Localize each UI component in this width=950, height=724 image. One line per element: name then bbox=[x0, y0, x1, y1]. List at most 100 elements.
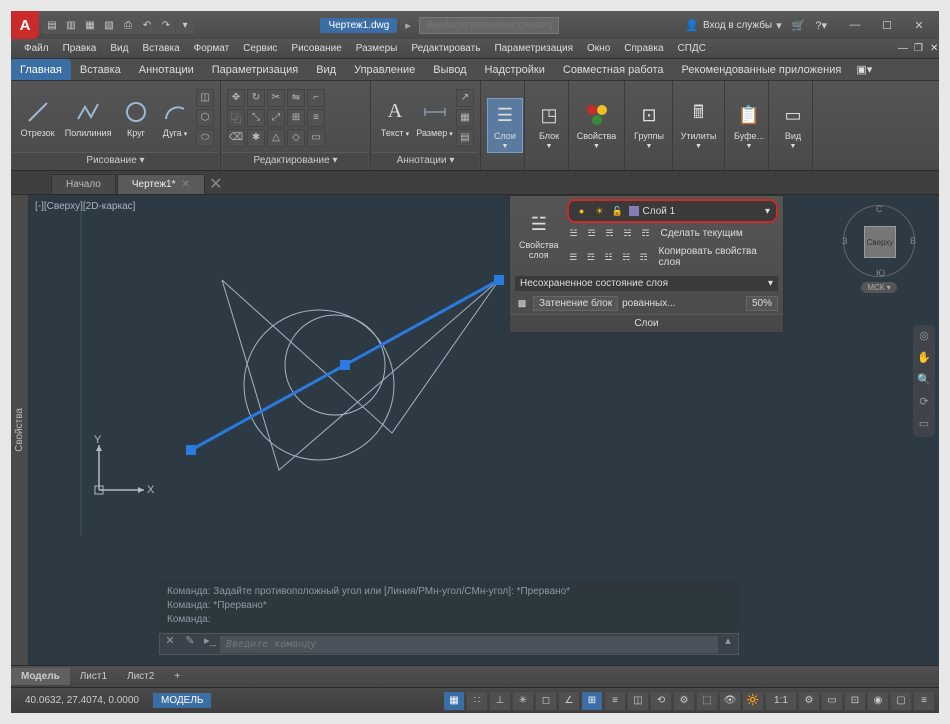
status-clean-icon[interactable]: ▢ bbox=[890, 691, 912, 711]
doc-restore-icon[interactable]: ❐ bbox=[907, 41, 923, 56]
draw-mini-3-icon[interactable]: ⬭ bbox=[196, 129, 214, 147]
status-ws-icon[interactable]: ⚙ bbox=[798, 691, 820, 711]
layers-panel-title[interactable]: Слои bbox=[510, 314, 783, 332]
app-logo-icon[interactable]: A bbox=[11, 11, 39, 39]
doc-minimize-icon[interactable]: ― bbox=[891, 41, 907, 56]
offset-icon[interactable]: ≡ bbox=[307, 109, 325, 127]
line-button[interactable]: Отрезок bbox=[17, 96, 58, 140]
ribbon-tab-apps[interactable]: Рекомендованные приложения bbox=[673, 59, 851, 80]
arc-button[interactable]: Дуга bbox=[157, 96, 193, 140]
mtext-icon[interactable]: ▤ bbox=[456, 129, 474, 147]
layer-properties-button[interactable]: ☱ Свойства слоя bbox=[515, 208, 563, 262]
dimension-button[interactable]: Размер bbox=[416, 96, 453, 140]
file-tab-close-icon[interactable]: ✕ bbox=[181, 179, 189, 190]
groups-button[interactable]: ⊡Группы▼ bbox=[631, 99, 667, 152]
cmd-close-icon[interactable]: ✕ bbox=[160, 634, 180, 654]
layout-tab-add-icon[interactable]: + bbox=[164, 668, 190, 685]
viewcube[interactable]: С Ю З В Сверху МСК ▾ bbox=[839, 205, 919, 305]
menu-spds[interactable]: СПДС bbox=[671, 41, 713, 56]
rotate-icon[interactable]: ↻ bbox=[247, 89, 265, 107]
layout-tab-model[interactable]: Модель bbox=[11, 668, 70, 685]
file-tab-add-icon[interactable]: ✕ bbox=[206, 174, 226, 194]
ribbon-tab-addins[interactable]: Надстройки bbox=[476, 59, 554, 80]
qat-save-icon[interactable]: ▦ bbox=[81, 16, 99, 34]
explode-icon[interactable]: ✱ bbox=[247, 129, 265, 147]
status-annoscale-icon[interactable]: ⬚ bbox=[696, 691, 718, 711]
move-icon[interactable]: ✥ bbox=[227, 89, 245, 107]
trim-icon[interactable]: ✂ bbox=[267, 89, 285, 107]
mod-b-icon[interactable]: ◇ bbox=[287, 129, 305, 147]
drawing-canvas[interactable]: [-][Сверху][2D-каркас] X Y ☱ bbox=[29, 195, 939, 665]
draw-mini-1-icon[interactable]: ◫ bbox=[196, 89, 214, 107]
properties-palette-tab[interactable]: Свойства bbox=[11, 195, 29, 665]
status-lwt-icon[interactable]: ≡ bbox=[604, 691, 626, 711]
layiso-icon[interactable]: ☱ bbox=[567, 226, 581, 240]
nav-orbit-icon[interactable]: ⟳ bbox=[916, 395, 932, 411]
array-icon[interactable]: ⊞ bbox=[287, 109, 305, 127]
status-cycle-icon[interactable]: ⟲ bbox=[650, 691, 672, 711]
cart-icon[interactable]: 🛒 bbox=[792, 19, 806, 32]
fillet-icon[interactable]: ⌐ bbox=[307, 89, 325, 107]
circle-button[interactable]: Круг bbox=[118, 96, 154, 140]
layfrz-icon[interactable]: ☲ bbox=[585, 226, 599, 240]
cmd-customize-icon[interactable]: ✎ bbox=[180, 634, 200, 654]
layon-icon[interactable]: ☰ bbox=[567, 250, 581, 264]
laymcur-icon[interactable]: ☶ bbox=[639, 226, 653, 240]
layer-on-icon[interactable]: ● bbox=[575, 204, 589, 218]
user-icon[interactable]: 👤 bbox=[685, 19, 699, 32]
layulk-icon[interactable]: ☳ bbox=[602, 250, 616, 264]
make-current-button[interactable]: Сделать текущим bbox=[661, 228, 743, 239]
ribbon-tab-collab[interactable]: Совместная работа bbox=[554, 59, 673, 80]
panel-modify-title[interactable]: Редактирование ▾ bbox=[223, 152, 368, 168]
viewcube-east[interactable]: В bbox=[910, 236, 916, 246]
qat-redo-icon[interactable]: ↷ bbox=[157, 16, 175, 34]
signin-chevron-icon[interactable]: ▾ bbox=[776, 19, 782, 32]
properties-button[interactable]: Свойства▼ bbox=[575, 99, 618, 152]
qat-open-icon[interactable]: ▥ bbox=[62, 16, 80, 34]
laythw-icon[interactable]: ☲ bbox=[584, 250, 598, 264]
layout-tab-sheet2[interactable]: Лист2 bbox=[117, 668, 164, 685]
stretch-icon[interactable]: ⤡ bbox=[247, 109, 265, 127]
coordinates[interactable]: 40.0632, 27.4074, 0.0000 bbox=[11, 695, 153, 706]
viewcube-north[interactable]: С bbox=[876, 204, 883, 214]
command-input[interactable] bbox=[220, 636, 718, 653]
nav-zoom-icon[interactable]: 🔍 bbox=[916, 373, 932, 389]
menu-help[interactable]: Справка bbox=[617, 41, 670, 56]
status-dyn-icon[interactable]: ⊞ bbox=[581, 691, 603, 711]
status-polar-icon[interactable]: ✳ bbox=[512, 691, 534, 711]
viewcube-west[interactable]: З bbox=[842, 236, 847, 246]
laylck-icon[interactable]: ☵ bbox=[621, 226, 635, 240]
layer-state-selector[interactable]: Несохраненное состояние слоя▾ bbox=[515, 276, 778, 291]
clipboard-button[interactable]: 📋Буфе...▼ bbox=[731, 99, 767, 152]
minimize-button[interactable]: ― bbox=[839, 14, 871, 36]
status-osnap-icon[interactable]: ◻ bbox=[535, 691, 557, 711]
mod-a-icon[interactable]: △ bbox=[267, 129, 285, 147]
status-transparency-icon[interactable]: ◫ bbox=[627, 691, 649, 711]
copyprops-icon[interactable]: ☶ bbox=[637, 250, 651, 264]
draw-mini-2-icon[interactable]: ⬡ bbox=[196, 109, 214, 127]
status-autoscale-icon[interactable]: 🔆 bbox=[742, 691, 764, 711]
viewcube-wcs[interactable]: МСК ▾ bbox=[861, 282, 896, 293]
status-hardware-icon[interactable]: ⊡ bbox=[844, 691, 866, 711]
nav-pan-icon[interactable]: ✋ bbox=[916, 351, 932, 367]
laymch-icon[interactable]: ☵ bbox=[619, 250, 633, 264]
mirror-icon[interactable]: ⇋ bbox=[287, 89, 305, 107]
status-grid-icon[interactable]: ▦ bbox=[443, 691, 465, 711]
viewcube-face[interactable]: Сверху bbox=[864, 226, 896, 258]
layers-button[interactable]: ☰Слои▼ bbox=[487, 98, 523, 153]
polyline-button[interactable]: Полилиния bbox=[61, 96, 115, 140]
status-otrack-icon[interactable]: ∠ bbox=[558, 691, 580, 711]
status-snap-icon[interactable]: ∷ bbox=[466, 691, 488, 711]
search-input[interactable] bbox=[419, 17, 559, 34]
qat-new-icon[interactable]: ▤ bbox=[43, 16, 61, 34]
ribbon-tab-home[interactable]: Главная bbox=[11, 59, 71, 80]
view-button[interactable]: ▭Вид▼ bbox=[775, 99, 811, 152]
panel-draw-title[interactable]: Рисование ▾ bbox=[13, 152, 218, 168]
erase-icon[interactable]: ⌫ bbox=[227, 129, 245, 147]
file-tab-drawing[interactable]: Чертеж1*✕ bbox=[117, 174, 205, 194]
layoff-icon[interactable]: ☴ bbox=[603, 226, 617, 240]
block-button[interactable]: ◳Блок▼ bbox=[531, 99, 567, 152]
ribbon-tab-insert[interactable]: Вставка bbox=[71, 59, 130, 80]
status-ortho-icon[interactable]: ⊥ bbox=[489, 691, 511, 711]
qat-plot-icon[interactable]: ⎙ bbox=[119, 16, 137, 34]
